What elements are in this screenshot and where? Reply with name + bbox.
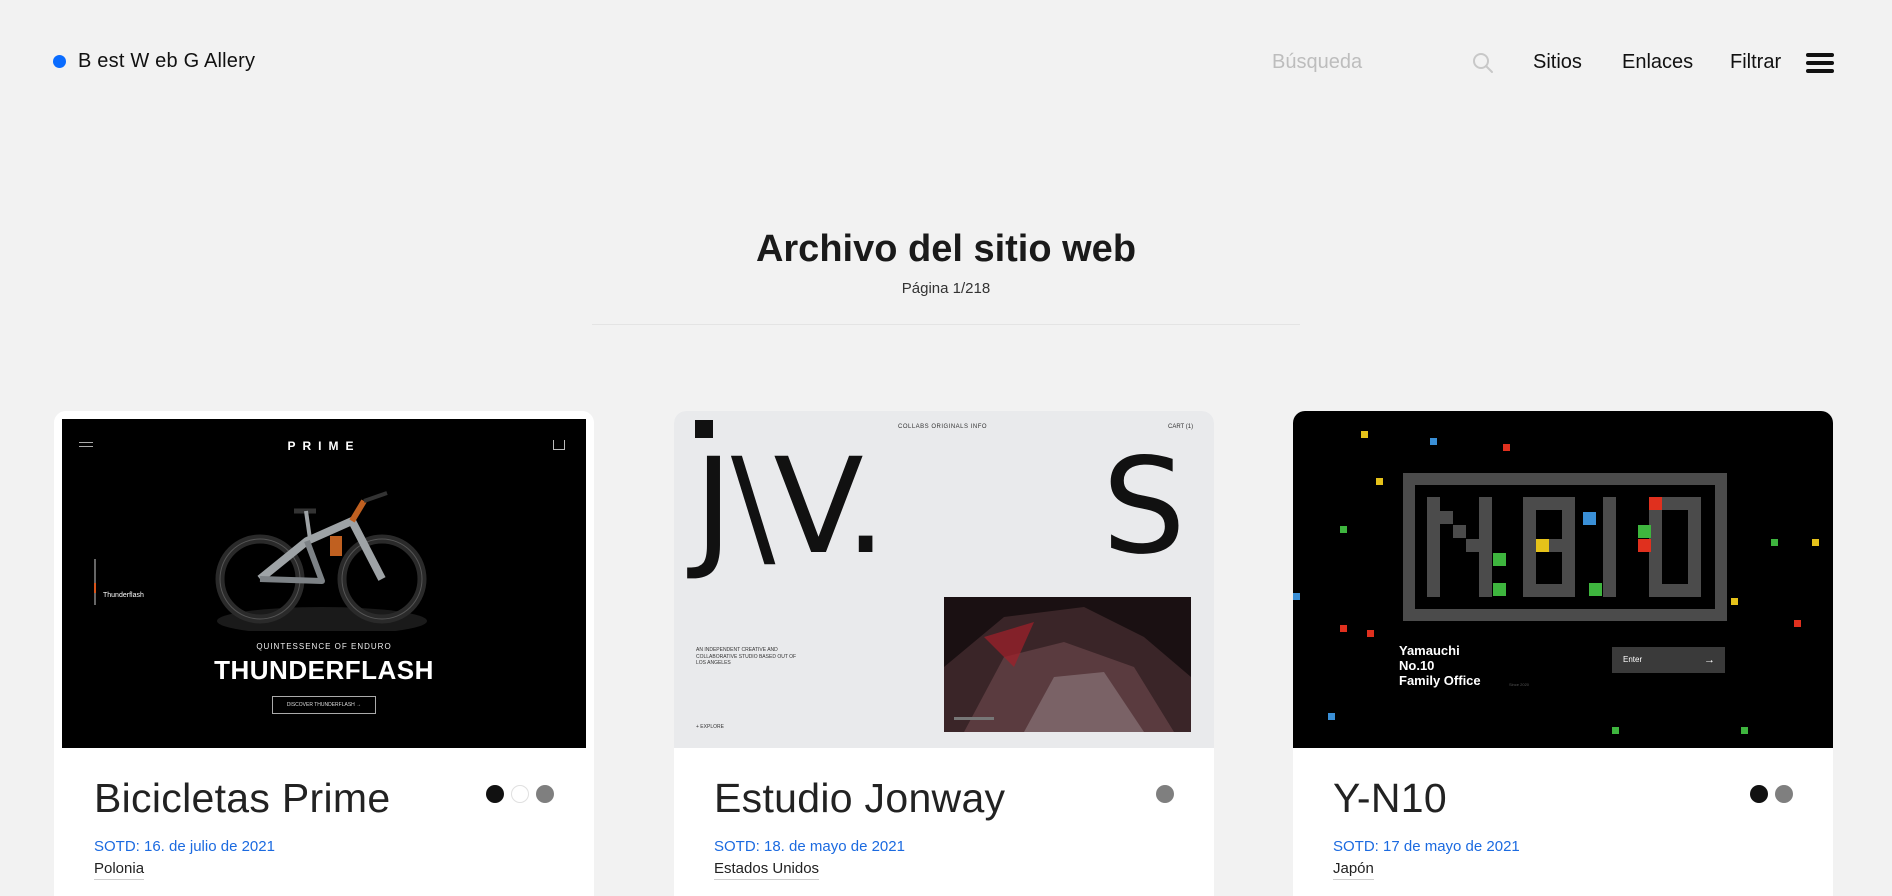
arrow-right-icon: → (1704, 654, 1715, 666)
thumbnail-nav: COLLABS ORIGINALS INFO (898, 424, 988, 430)
nav-filtrar-link[interactable]: Filtrar (1730, 51, 1781, 74)
decor-pixel (1328, 713, 1335, 720)
color-swatch (1775, 785, 1793, 803)
thumbnail-slider-track (94, 559, 96, 605)
decor-pixel (1741, 727, 1748, 734)
thumbnail-since: Since 2020 (1509, 682, 1530, 687)
color-swatches (1156, 785, 1174, 803)
color-swatch (1750, 785, 1768, 803)
country-link[interactable]: Japón (1333, 860, 1374, 880)
country-link[interactable]: Polonia (94, 860, 145, 880)
nav-sitios-link[interactable]: Sitios (1533, 51, 1582, 74)
color-swatch (511, 785, 529, 803)
thumbnail-canvas: PRIME Thunderflash QUINTESSENCE OF ENDUR… (62, 419, 586, 748)
color-swatches (1750, 785, 1793, 803)
site-card: Yamauchi No.10 Family Office Since 2020 … (1293, 411, 1833, 896)
n10-logo (1427, 497, 1701, 597)
search-input[interactable] (1272, 46, 1462, 78)
thumbnail-cta: DISCOVER THUNDERFLASH → (272, 696, 376, 714)
page-counter: Página 1/218 (901, 280, 991, 297)
decor-pixel (1503, 444, 1510, 451)
site-card: COLLABS ORIGINALS INFO CART (1) J\V. S A… (674, 411, 1214, 896)
thumbnail-logo: PRIME (287, 439, 361, 453)
thumbnail-wordmark-s: S (1102, 430, 1186, 584)
site-card: PRIME Thunderflash QUINTESSENCE OF ENDUR… (54, 411, 594, 896)
page-title: Archivo del sitio web (755, 228, 1137, 270)
decor-pixel (1340, 625, 1347, 632)
decor-pixel (1430, 438, 1437, 445)
site-name[interactable]: Bicicletas Prime (94, 775, 390, 822)
bike-illustration (215, 491, 427, 631)
thumbnail-subtitle: QUINTESSENCE OF ENDURO (256, 642, 392, 651)
color-swatch (486, 785, 504, 803)
thumbnail-blurb: AN INDEPENDENT CREATIVE AND COLLABORATIV… (696, 647, 797, 666)
thumbnail-side-label: Thunderflash (103, 592, 144, 599)
thumbnail-company-name: Yamauchi No.10 Family Office (1399, 643, 1481, 689)
country-link[interactable]: Estados Unidos (714, 860, 820, 880)
decor-pixel (1367, 630, 1374, 637)
brand-logo[interactable]: B est W eb G Allery (53, 50, 255, 73)
company-line: Yamauchi (1399, 643, 1460, 658)
thumbnail-explore: + EXPLORE (696, 724, 724, 730)
title-divider (592, 324, 1300, 325)
decor-pixel (1340, 526, 1347, 533)
site-name[interactable]: Y-N10 (1333, 775, 1447, 822)
company-line: No.10 (1399, 657, 1435, 673)
sotd-date-link[interactable]: SOTD: 16. de julio de 2021 (94, 838, 275, 855)
site-thumbnail[interactable]: Yamauchi No.10 Family Office Since 2020 … (1293, 411, 1833, 748)
thumbnail-slider-accent (94, 583, 96, 593)
brand-name[interactable]: B est W eb G Allery (78, 50, 255, 73)
color-swatches (486, 785, 554, 803)
decor-pixel (1361, 431, 1368, 438)
decor-pixel (1771, 539, 1778, 546)
sotd-date-link[interactable]: SOTD: 18. de mayo de 2021 (714, 838, 905, 855)
decor-pixel (1731, 598, 1738, 605)
decor-pixel (1612, 727, 1619, 734)
site-thumbnail[interactable]: COLLABS ORIGINALS INFO CART (1) J\V. S A… (674, 411, 1214, 748)
thumbnail-headline: THUNDERFLASH (214, 655, 434, 685)
brand-dot-icon (53, 55, 66, 68)
cart-icon (553, 440, 565, 450)
decor-pixel (1376, 478, 1383, 485)
decor-pixel (1794, 620, 1801, 627)
site-name[interactable]: Estudio Jonway (714, 775, 1005, 822)
color-swatch (536, 785, 554, 803)
thumbnail-hero-image (944, 597, 1191, 732)
menu-icon[interactable] (1806, 53, 1834, 74)
thumbnail-wordmark: J\V. (694, 430, 887, 584)
search-icon[interactable] (1472, 52, 1494, 74)
decor-pixel (1293, 593, 1300, 600)
nav-enlaces-link[interactable]: Enlaces (1622, 51, 1693, 74)
thumbnail-enter-button: Enter → (1612, 647, 1725, 673)
sotd-date-link[interactable]: SOTD: 17 de mayo de 2021 (1333, 838, 1520, 855)
company-line: Family Office (1399, 672, 1481, 688)
enter-label: Enter (1623, 655, 1643, 664)
color-swatch (1156, 785, 1174, 803)
site-thumbnail[interactable]: PRIME Thunderflash QUINTESSENCE OF ENDUR… (54, 411, 594, 748)
site-header: B est W eb G Allery Sitios Enlaces Filtr… (0, 0, 1892, 126)
decor-pixel (1812, 539, 1819, 546)
